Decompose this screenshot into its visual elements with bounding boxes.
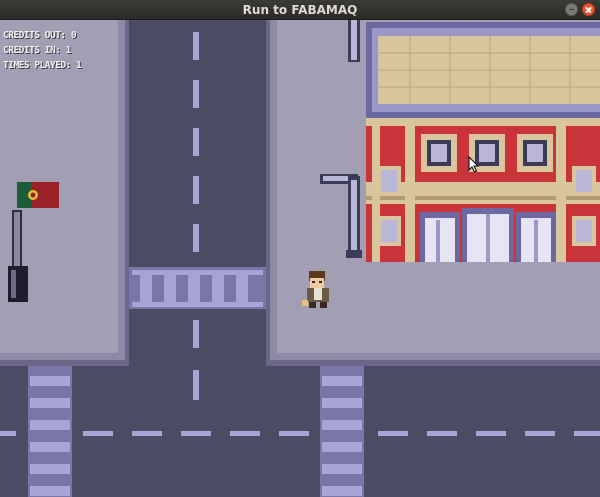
window-title: Run to FABAMAQ (242, 2, 358, 17)
game-scene (0, 20, 600, 497)
credits-out-label: CREDITS OUT: 0 (3, 30, 77, 41)
building-doors (420, 208, 556, 262)
hud-panel: CREDITS OUT: 0 CREDITS IN: 1 TIMES PLAYE… (3, 28, 82, 73)
credits-in-label: CREDITS IN: 1 (3, 45, 71, 56)
street-lamp-top (348, 20, 360, 62)
game-canvas[interactable]: CREDITS OUT: 0 CREDITS IN: 1 TIMES PLAYE… (0, 20, 600, 497)
mouse-cursor-icon (468, 156, 480, 173)
minimize-icon[interactable] (565, 3, 578, 16)
title-bar: Run to FABAMAQ (0, 0, 600, 20)
fabamaq-building (366, 22, 600, 262)
flag-icon (17, 182, 59, 208)
crosswalk-left (28, 366, 72, 497)
crosswalk-right (320, 366, 364, 497)
close-icon[interactable] (582, 3, 595, 16)
game-window: Run to FABAMAQ CREDITS OUT: 0 CREDITS IN… (0, 0, 600, 497)
times-played-label: TIMES PLAYED: 1 (3, 60, 82, 71)
crosswalk-top (129, 267, 266, 309)
